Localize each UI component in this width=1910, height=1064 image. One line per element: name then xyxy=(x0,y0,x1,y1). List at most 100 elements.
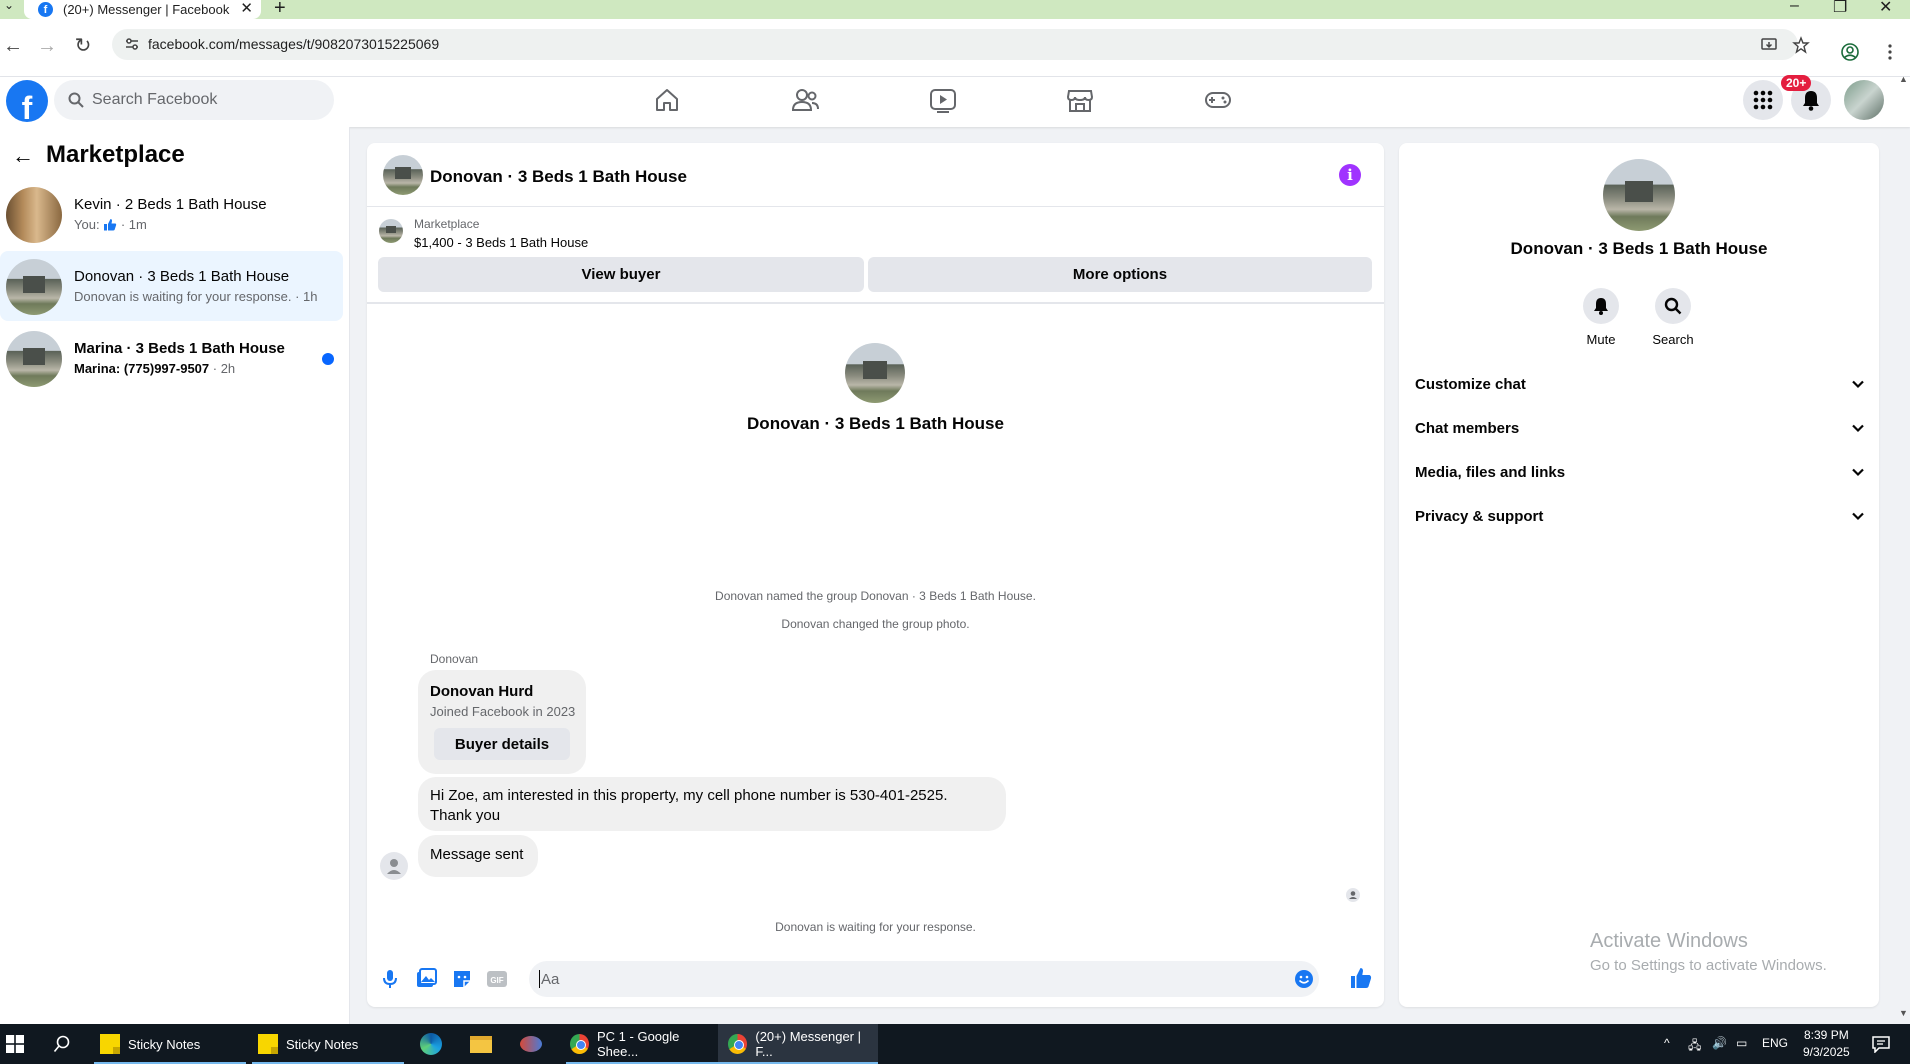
buyer-card: Donovan Hurd Joined Facebook in 2023 Buy… xyxy=(418,670,586,774)
privacy-support-section[interactable]: Privacy & support xyxy=(1415,498,1865,534)
emoji-icon[interactable] xyxy=(1294,969,1314,989)
profile-icon[interactable] xyxy=(1840,42,1860,62)
taskbar-edge[interactable] xyxy=(420,1024,450,1064)
mute-button[interactable]: Mute xyxy=(1571,288,1631,347)
gif-icon[interactable]: GIF xyxy=(486,968,508,990)
device-icon[interactable]: ▭ xyxy=(1736,1036,1747,1050)
friends-icon[interactable] xyxy=(791,87,819,113)
volume-icon[interactable]: 🔊 xyxy=(1712,1036,1727,1050)
mute-label: Mute xyxy=(1586,332,1616,347)
facebook-logo-icon[interactable]: f xyxy=(6,80,48,122)
edge-icon xyxy=(420,1033,442,1055)
url-text: facebook.com/messages/t/9082073015225069 xyxy=(148,36,440,52)
search-facebook-input[interactable]: Search Facebook xyxy=(54,80,334,120)
minimize-icon[interactable]: – xyxy=(1790,0,1799,15)
taskbar-label: PC 1 - Google Shee... xyxy=(597,1029,680,1059)
listing-thumbnail xyxy=(6,331,62,387)
restore-icon[interactable]: ❐ xyxy=(1833,0,1847,17)
listing-thumbnail xyxy=(6,187,62,243)
action-center-icon[interactable] xyxy=(1872,1035,1890,1053)
sender-name: Donovan xyxy=(430,652,479,666)
more-options-button[interactable]: More options xyxy=(868,257,1372,292)
group-name: Donovan · 3 Beds 1 Bath House xyxy=(747,414,1004,433)
windows-start-icon[interactable] xyxy=(6,1035,24,1053)
message-bubble[interactable]: Hi Zoe, am interested in this property, … xyxy=(418,777,1006,831)
account-avatar[interactable] xyxy=(1844,80,1884,120)
message-input[interactable]: Aa xyxy=(529,961,1319,997)
marketplace-label: Marketplace xyxy=(414,217,480,231)
scroll-down-arrow-icon[interactable]: ▼ xyxy=(1899,1008,1908,1018)
chat-avatar[interactable] xyxy=(383,155,423,195)
chat-title[interactable]: Donovan · 3 Beds 1 Bath House xyxy=(430,167,687,187)
browser-tab-messenger[interactable]: f (20+) Messenger | Facebook ✕ xyxy=(24,0,261,19)
conversation-preview: Donovan is waiting for your response. · … xyxy=(74,289,318,304)
taskbar-sticky-notes-1[interactable]: Sticky Notes xyxy=(94,1024,246,1064)
like-icon[interactable] xyxy=(1349,966,1373,990)
taskbar-label: Sticky Notes xyxy=(286,1036,359,1052)
taskbar-messenger-chrome[interactable]: (20+) Messenger | F... xyxy=(718,1024,878,1064)
section-label: Media, files and links xyxy=(1415,463,1566,481)
clock-date: 9/3/2025 xyxy=(1803,1045,1850,1059)
chevron-down-icon xyxy=(1852,424,1864,433)
group-photo[interactable] xyxy=(1603,159,1675,231)
message-line: Thank you xyxy=(430,807,501,824)
reload-icon[interactable]: ↻ xyxy=(72,35,94,57)
waiting-status: Donovan is waiting for your response. xyxy=(775,920,976,934)
site-settings-icon[interactable] xyxy=(124,36,140,52)
taskbar-search-icon[interactable] xyxy=(53,1035,71,1053)
folder-icon xyxy=(470,1035,492,1053)
taskbar-google-sheets-chrome[interactable]: PC 1 - Google Shee... xyxy=(566,1024,718,1064)
photo-icon[interactable] xyxy=(415,968,437,990)
buyer-details-button[interactable]: Buyer details xyxy=(434,728,570,760)
search-label: Search xyxy=(1652,332,1694,347)
message-text: Message sent xyxy=(430,846,524,863)
system-clock[interactable]: 8:39 PM 9/3/2025 xyxy=(1803,1027,1850,1061)
browser-menu-icon[interactable] xyxy=(1880,42,1900,62)
close-window-icon[interactable]: ✕ xyxy=(1879,0,1892,17)
microphone-icon[interactable] xyxy=(380,968,400,990)
conversation-name: Donovan · 3 Beds 1 Bath House xyxy=(74,268,290,285)
customize-chat-section[interactable]: Customize chat xyxy=(1415,366,1865,402)
conversation-name: Kevin · 2 Beds 1 Bath House xyxy=(74,196,267,213)
taskbar-file-explorer[interactable] xyxy=(470,1024,500,1064)
back-icon[interactable]: ← xyxy=(2,35,24,57)
unread-dot xyxy=(322,353,334,365)
section-label: Customize chat xyxy=(1415,375,1526,393)
marketplace-icon[interactable] xyxy=(1066,87,1094,113)
message-sent-bubble[interactable]: Message sent xyxy=(418,835,538,877)
tab-search-chevron-icon[interactable]: ⌄ xyxy=(4,0,14,12)
text-caret xyxy=(539,970,540,988)
chat-panel: Donovan · 3 Beds 1 Bath House i Marketpl… xyxy=(367,143,1384,1007)
search-in-conversation-button[interactable]: Search xyxy=(1643,288,1703,347)
network-icon[interactable]: 🖧 xyxy=(1688,1036,1701,1057)
info-icon[interactable]: i xyxy=(1339,164,1361,186)
media-files-links-section[interactable]: Media, files and links xyxy=(1415,454,1865,490)
conversation-item-kevin[interactable]: Kevin · 2 Beds 1 Bath House You: · 1m xyxy=(0,179,343,249)
close-tab-icon[interactable]: ✕ xyxy=(240,0,253,17)
video-icon[interactable] xyxy=(929,87,957,113)
back-arrow-icon[interactable]: ← xyxy=(12,143,34,169)
forward-icon[interactable]: → xyxy=(36,35,58,57)
language-indicator[interactable]: ENG xyxy=(1762,1036,1788,1050)
chrome-icon xyxy=(728,1034,748,1054)
gaming-icon[interactable] xyxy=(1204,87,1232,113)
conversation-item-marina[interactable]: Marina · 3 Beds 1 Bath House Marina: (77… xyxy=(0,323,343,393)
taskbar-app[interactable] xyxy=(520,1024,550,1064)
bookmark-star-icon[interactable] xyxy=(1792,36,1810,54)
taskbar-sticky-notes-2[interactable]: Sticky Notes xyxy=(252,1024,404,1064)
scroll-up-arrow-icon[interactable]: ▲ xyxy=(1899,74,1908,84)
address-bar[interactable]: facebook.com/messages/t/9082073015225069 xyxy=(112,29,1810,60)
listing-price-title[interactable]: $1,400 - 3 Beds 1 Bath House xyxy=(414,235,588,250)
svg-text:GIF: GIF xyxy=(490,976,503,985)
sticker-icon[interactable] xyxy=(451,968,473,990)
conversation-item-donovan[interactable]: Donovan · 3 Beds 1 Bath House Donovan is… xyxy=(0,251,343,321)
install-app-icon[interactable] xyxy=(1760,36,1778,54)
view-buyer-button[interactable]: View buyer xyxy=(378,257,864,292)
chat-members-section[interactable]: Chat members xyxy=(1415,410,1865,446)
show-hidden-icons-chevron-icon[interactable]: ^ xyxy=(1664,1036,1670,1050)
menu-button[interactable] xyxy=(1743,80,1783,120)
home-icon[interactable] xyxy=(654,87,680,113)
system-message: Donovan named the group Donovan · 3 Beds… xyxy=(715,589,1036,603)
buyer-joined: Joined Facebook in 2023 xyxy=(430,704,576,719)
new-tab-button[interactable]: + xyxy=(274,0,286,20)
